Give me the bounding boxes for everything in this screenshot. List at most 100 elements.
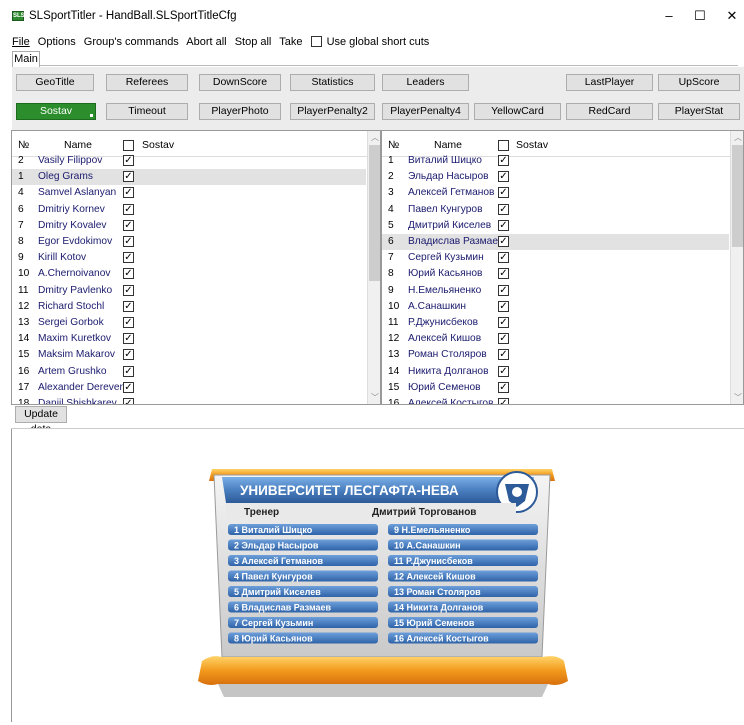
downscore-button[interactable]: DownScore	[199, 74, 281, 91]
scroll-down-arrow-icon[interactable]: ﹀	[731, 392, 743, 403]
table-row[interactable]: 17 Alexander Dereven ✓	[12, 380, 366, 396]
sostav-checkbox[interactable]: ✓	[498, 317, 509, 328]
sostav-checkbox[interactable]: ✓	[123, 381, 134, 393]
sostav-checkbox[interactable]: ✓	[498, 252, 509, 264]
sostav-checkbox[interactable]: ✓	[123, 187, 134, 199]
menu-options[interactable]: Options	[38, 36, 76, 48]
scroll-up-arrow-icon[interactable]: ︿	[731, 132, 743, 143]
menu-stop-all[interactable]: Stop all	[235, 36, 272, 48]
table-row[interactable]: 16 Artem Grushko ✓	[12, 364, 366, 380]
sostav-checkbox[interactable]: ✓	[123, 349, 134, 361]
sostav-checkbox[interactable]: ✓	[498, 219, 509, 231]
sostav-checkbox[interactable]: ✓	[123, 155, 134, 166]
vertical-scrollbar[interactable]: ︿ ﹀	[730, 131, 743, 404]
table-row[interactable]: 16 Алексей Костыгов ✓	[382, 396, 729, 404]
table-row[interactable]: 4 Павел Кунгуров ✓	[382, 202, 729, 218]
maximize-button[interactable]: ☐	[690, 8, 710, 24]
table-row[interactable]: 10 A.Chernoivanov ✓	[12, 266, 366, 282]
table-row[interactable]: 15 Maksim Makarov ✓	[12, 347, 366, 363]
scroll-down-arrow-icon[interactable]: ﹀	[368, 392, 380, 403]
table-row[interactable]: 13 Sergei Gorbok ✓	[12, 315, 366, 331]
global-shortcuts-toggle[interactable]: Use global short cuts	[310, 36, 435, 48]
sostav-checkbox[interactable]: ✓	[498, 171, 509, 183]
sostav-checkbox[interactable]: ✓	[123, 398, 134, 404]
table-row[interactable]: 6 Владислав Размаев ✓	[382, 234, 729, 250]
table-row[interactable]: 15 Юрий Семенов ✓	[382, 380, 729, 396]
column-name[interactable]: Name	[434, 139, 462, 151]
global-shortcuts-checkbox[interactable]	[310, 36, 322, 47]
sostav-checkbox[interactable]: ✓	[498, 365, 509, 377]
timeout-button[interactable]: Timeout	[106, 103, 188, 120]
table-row[interactable]: 5 Дмитрий Киселев ✓	[382, 218, 729, 234]
table-row[interactable]: 7 Dmitry Kovalev ✓	[12, 218, 366, 234]
sostav-checkbox[interactable]: ✓	[123, 219, 134, 231]
table-row[interactable]: 11 Dmitry Pavlenko ✓	[12, 283, 366, 299]
playerpenalty2-button[interactable]: PlayerPenalty2	[290, 103, 375, 120]
playerpenalty4-button[interactable]: PlayerPenalty4	[382, 103, 469, 120]
geotitle-button[interactable]: GeoTitle	[16, 74, 94, 91]
sostav-checkbox[interactable]: ✓	[498, 284, 509, 296]
playerphoto-button[interactable]: PlayerPhoto	[199, 103, 281, 120]
table-row[interactable]: 2 Vasily Filippov ✓	[12, 153, 366, 169]
redcard-button[interactable]: RedCard	[566, 103, 653, 120]
menu-group-commands[interactable]: Group's commands	[84, 36, 179, 48]
close-button[interactable]: ✕	[722, 8, 742, 24]
table-row[interactable]: 6 Dmitriy Kornev ✓	[12, 202, 366, 218]
sostav-checkbox[interactable]: ✓	[123, 365, 134, 377]
yellowcard-button[interactable]: YellowCard	[474, 103, 561, 120]
table-row[interactable]: 12 Алексей Кишов ✓	[382, 331, 729, 347]
upscore-button[interactable]: UpScore	[658, 74, 740, 91]
table-row[interactable]: 11 Р.Джунисбеков ✓	[382, 315, 729, 331]
sostav-checkbox[interactable]: ✓	[498, 236, 509, 247]
table-row[interactable]: 9 Kirill Kotov ✓	[12, 250, 366, 266]
menu-take[interactable]: Take	[279, 36, 302, 48]
table-row[interactable]: 1 Oleg Grams ✓	[12, 169, 366, 185]
sostav-checkbox[interactable]: ✓	[498, 187, 509, 199]
table-row[interactable]: 12 Richard Stochl ✓	[12, 299, 366, 315]
table-row[interactable]: 8 Юрий Касьянов ✓	[382, 266, 729, 282]
sostav-checkbox[interactable]: ✓	[123, 333, 134, 345]
table-row[interactable]: 7 Сергей Кузьмин ✓	[382, 250, 729, 266]
column-sostav[interactable]: Sostav	[516, 139, 548, 151]
sostav-checkbox[interactable]: ✓	[123, 236, 134, 247]
table-row[interactable]: 18 Daniil Shishkarev ✓	[12, 396, 366, 404]
table-row[interactable]: 14 Никита Долганов ✓	[382, 364, 729, 380]
sostav-checkbox[interactable]: ✓	[123, 317, 134, 328]
leaders-button[interactable]: Leaders	[382, 74, 469, 91]
sostav-checkbox[interactable]: ✓	[498, 203, 509, 215]
tab-main[interactable]: Main	[12, 51, 40, 67]
sostav-checkbox[interactable]: ✓	[498, 381, 509, 393]
column-sostav[interactable]: Sostav	[142, 139, 174, 151]
sostav-checkbox[interactable]: ✓	[498, 268, 509, 280]
table-row[interactable]: 4 Samvel Aslanyan ✓	[12, 185, 366, 201]
minimize-button[interactable]: –	[659, 8, 679, 24]
update-data-button[interactable]: Update data	[15, 406, 67, 435]
sostav-checkbox[interactable]: ✓	[498, 155, 509, 166]
table-row[interactable]: 10 А.Санашкин ✓	[382, 299, 729, 315]
sostav-checkbox[interactable]: ✓	[123, 171, 134, 183]
menu-file[interactable]: File	[12, 36, 30, 48]
sostav-checkbox[interactable]: ✓	[123, 300, 134, 312]
column-sostav-checkbox[interactable]	[123, 140, 134, 151]
table-row[interactable]: 9 Н.Емельяненко ✓	[382, 283, 729, 299]
sostav-checkbox[interactable]: ✓	[123, 284, 134, 296]
column-no[interactable]: №	[18, 139, 29, 151]
column-sostav-checkbox[interactable]	[498, 140, 509, 151]
column-name[interactable]: Name	[64, 139, 92, 151]
table-row[interactable]: 14 Maxim Kuretkov ✓	[12, 331, 366, 347]
referees-button[interactable]: Referees	[106, 74, 188, 91]
scrollbar-thumb[interactable]	[369, 145, 380, 281]
sostav-checkbox[interactable]: ✓	[498, 398, 509, 404]
lastplayer-button[interactable]: LastPlayer	[566, 74, 653, 91]
sostav-checkbox[interactable]: ✓	[498, 349, 509, 361]
column-no[interactable]: №	[388, 139, 399, 151]
table-row[interactable]: 8 Egor Evdokimov ✓	[12, 234, 366, 250]
table-row[interactable]: 3 Алексей Гетманов ✓	[382, 185, 729, 201]
sostav-checkbox[interactable]: ✓	[498, 300, 509, 312]
sostav-checkbox[interactable]: ✓	[123, 252, 134, 264]
table-row[interactable]: 13 Роман Столяров ✓	[382, 347, 729, 363]
sostav-checkbox[interactable]: ✓	[123, 268, 134, 280]
sostav-checkbox[interactable]: ✓	[498, 333, 509, 345]
menu-abort-all[interactable]: Abort all	[186, 36, 226, 48]
playerstat-button[interactable]: PlayerStat	[658, 103, 740, 120]
